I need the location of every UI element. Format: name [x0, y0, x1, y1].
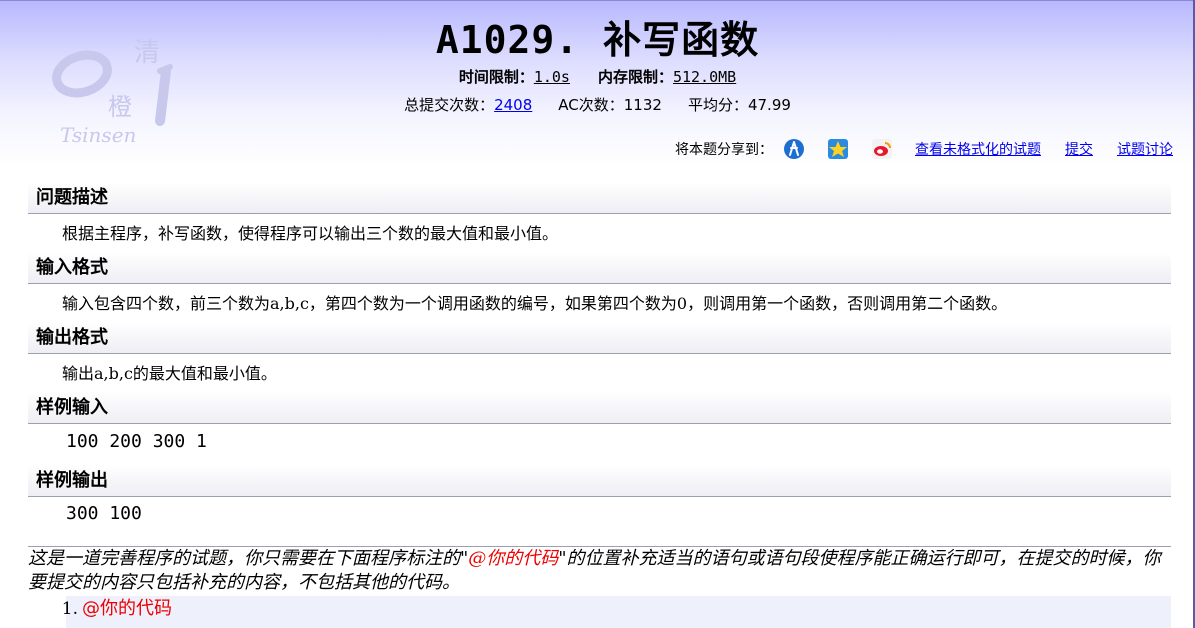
section-title-sample-output: 样例输出: [28, 465, 1171, 497]
description-body: 根据主程序，补写函数，使得程序可以输出三个数的最大值和最小值。: [62, 224, 559, 243]
avg-label: 平均分：: [687, 96, 748, 114]
svg-text:Tsinsen: Tsinsen: [60, 123, 136, 147]
share-label: 将本题分享到：: [675, 142, 773, 158]
input-body: 输入包含四个数，前三个数为a,b,c，第四个数为一个调用函数的编号，如果第四个数…: [62, 294, 1008, 313]
ac-value: 1132: [623, 96, 662, 114]
share-bar: 将本题分享到： 查看未格式化的试题 提交 试题讨论: [675, 138, 1173, 160]
time-limit-label: 时间限制：: [458, 68, 534, 86]
section-title-input: 输入格式: [28, 252, 1171, 284]
section-title-description: 问题描述: [28, 182, 1171, 214]
page-title: A1029. 补写函数: [435, 18, 760, 62]
time-limit-value: 1.0s: [533, 68, 570, 86]
stats-row: 总提交次数：2408 AC次数：1132 平均分：47.99: [0, 94, 1195, 115]
sample-output-body: 300 100: [66, 503, 142, 524]
memory-limit-value: 512.0MB: [672, 68, 737, 86]
submissions-label: 总提交次数：: [404, 96, 495, 114]
section-title-sample-input: 样例输入: [28, 392, 1171, 424]
qzone-icon[interactable]: [827, 138, 849, 160]
code-line-number: 1.: [61, 599, 78, 619]
output-body: 输出a,b,c的最大值和最小值。: [62, 364, 277, 383]
weibo-icon[interactable]: [871, 138, 893, 160]
page-header: 清 橙 Tsinsen A1029. 补写函数 时间限制：1.0s 内存限制：51…: [0, 0, 1195, 166]
memory-limit-label: 内存限制：: [597, 68, 673, 86]
code-line: @你的代码: [82, 598, 172, 619]
discuss-link[interactable]: 试题讨论: [1117, 139, 1173, 159]
code-listing: 1. @你的代码: [62, 596, 1171, 628]
view-unformatted-link[interactable]: 查看未格式化的试题: [915, 139, 1041, 159]
submit-link[interactable]: 提交: [1065, 139, 1093, 159]
submissions-link[interactable]: 2408: [494, 96, 532, 114]
limits-row: 时间限制：1.0s 内存限制：512.0MB: [0, 66, 1195, 87]
completion-note: 这是一道完善程序的试题，你只需要在下面程序标注的"@你的代码"的位置补充适当的语…: [28, 546, 1171, 595]
renren-icon[interactable]: [783, 138, 805, 160]
section-title-output: 输出格式: [28, 322, 1171, 354]
avg-value: 47.99: [747, 96, 791, 114]
note-highlight: @你的代码: [468, 548, 559, 569]
note-text-1: 这是一道完善程序的试题，你只需要在下面程序标注的": [28, 548, 469, 569]
ac-label: AC次数：: [558, 96, 624, 114]
sample-input-body: 100 200 300 1: [66, 431, 207, 452]
